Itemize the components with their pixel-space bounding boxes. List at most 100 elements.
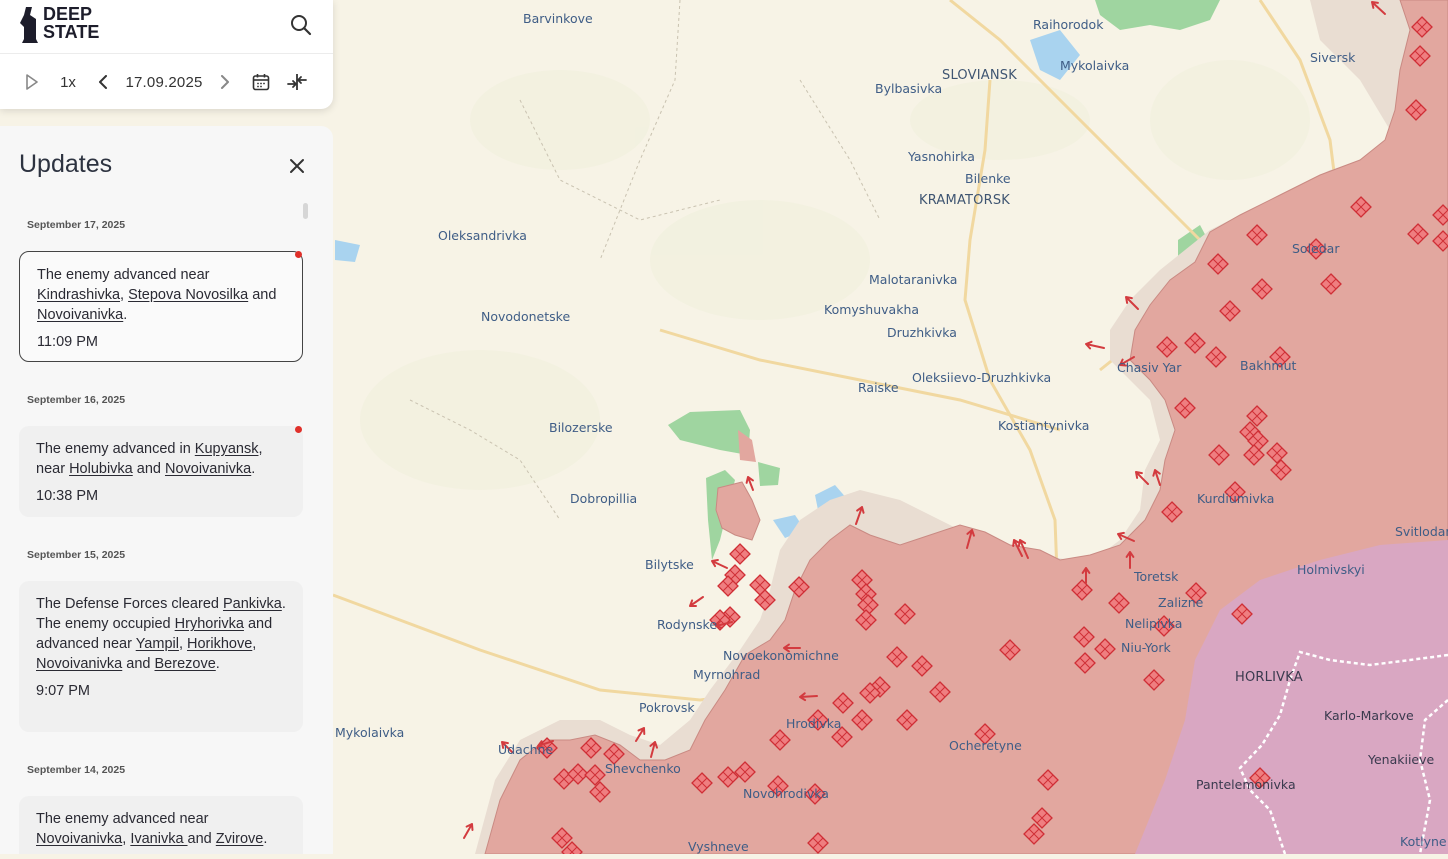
map-place-label[interactable]: Bilozerske [549, 420, 613, 435]
update-text-fragment: . [215, 656, 220, 672]
update-text: The enemy advanced near Kindrashivka, St… [37, 265, 285, 325]
map-place-label[interactable]: Oleksandrivka [438, 228, 527, 243]
speed-label: 1x [60, 73, 76, 91]
map-place-label[interactable]: Raiske [858, 380, 899, 395]
map-place-label[interactable]: Zalizne [1158, 595, 1203, 610]
map-place-label[interactable]: Niu-York [1121, 640, 1171, 655]
place-link[interactable]: Yampil [136, 636, 179, 652]
speed-button[interactable]: 1x [54, 68, 82, 96]
place-link[interactable]: Novoivanivka [37, 307, 123, 323]
place-link[interactable]: Novoivanivka [165, 461, 251, 477]
map-place-label[interactable]: Mykolaivka [1060, 58, 1129, 73]
place-link[interactable]: Zvirove [216, 831, 264, 847]
place-link[interactable]: Kupyansk [195, 441, 259, 457]
map-place-label[interactable]: Kostiantynivka [998, 418, 1089, 433]
map-place-label[interactable]: Rodynske [657, 617, 717, 632]
previous-day-button[interactable] [92, 68, 114, 96]
close-updates-button[interactable] [286, 155, 308, 177]
map-place-label[interactable]: Nelipivka [1125, 616, 1182, 631]
map-place-label[interactable]: Soledar [1292, 241, 1339, 256]
deepstate-logo-icon[interactable] [18, 5, 42, 45]
calendar-button[interactable] [248, 68, 274, 96]
map-place-label[interactable]: Shevchenko [605, 761, 681, 776]
map-place-label[interactable]: Siversk [1310, 50, 1355, 65]
update-day-label: September 16, 2025 [27, 394, 126, 406]
map-place-label[interactable]: Novoekonomichne [723, 648, 839, 663]
map-place-label[interactable]: Kotlyne [1400, 834, 1447, 849]
place-link[interactable]: Stepova Novosilka [128, 287, 248, 303]
map-place-label[interactable]: Karlo-Markove [1324, 708, 1414, 723]
map-place-label[interactable]: Oleksiievo-Druzhkivka [912, 370, 1051, 385]
update-time: 10:38 PM [36, 488, 99, 504]
update-text-fragment: The Defense Forces cleared [36, 596, 223, 612]
logo-text[interactable]: DEEP STATE [43, 5, 99, 41]
map-place-label[interactable]: Udachne [498, 742, 553, 757]
place-link[interactable]: Berezove [155, 656, 216, 672]
map-place-label[interactable]: Pokrovsk [639, 700, 695, 715]
updates-panel: Updates September 17, 2025 The enemy adva… [0, 126, 333, 854]
map-place-label[interactable]: Raihorodok [1033, 17, 1103, 32]
next-day-button[interactable] [214, 68, 236, 96]
update-time: 11:09 PM [37, 334, 98, 350]
play-button[interactable] [20, 68, 44, 96]
map-place-label[interactable]: Bakhmut [1240, 358, 1296, 373]
place-link[interactable]: Hryhorivka [175, 616, 244, 632]
map-place-label[interactable]: Novohrodivka [743, 786, 829, 801]
map-place-label[interactable]: Ocheretyne [949, 738, 1022, 753]
compare-button[interactable] [284, 68, 310, 96]
update-day-label: September 17, 2025 [27, 219, 126, 231]
map-place-label[interactable]: SLOVIANSK [942, 68, 1017, 83]
map-place-label[interactable]: Barvinkove [523, 11, 593, 26]
map-place-label[interactable]: Toretsk [1134, 569, 1178, 584]
update-text-fragment: The enemy advanced near [36, 811, 209, 827]
map-place-label[interactable]: Holmivskyi [1297, 562, 1365, 577]
update-text-fragment: , [120, 287, 129, 303]
map-place-label[interactable]: Komyshuvakha [824, 302, 919, 317]
update-text: The Defense Forces cleared Pankivka. The… [36, 594, 286, 674]
update-text-fragment: and [187, 831, 216, 847]
update-text-fragment: The enemy advanced in [36, 441, 195, 457]
map-place-label[interactable]: Novodonetske [481, 309, 570, 324]
place-link[interactable]: Horikhove [187, 636, 252, 652]
map-place-label[interactable]: Yasnohirka [908, 149, 975, 164]
scrollbar[interactable] [303, 203, 308, 219]
map-place-label[interactable]: Chasiv Yar [1117, 360, 1181, 375]
map-place-label[interactable]: Kurdiumivka [1197, 491, 1274, 506]
search-icon [291, 15, 312, 36]
unread-indicator [295, 426, 302, 433]
map-place-label[interactable]: Pantelemonivka [1196, 777, 1296, 792]
map-place-label[interactable]: Mykolaivka [335, 725, 404, 740]
map-place-label[interactable]: Myrnohrad [693, 667, 760, 682]
map-place-label[interactable]: Hrodivka [786, 716, 841, 731]
update-day-label: September 15, 2025 [27, 549, 126, 561]
update-day-label: September 14, 2025 [27, 764, 126, 776]
map-place-label[interactable]: Yenakiieve [1368, 752, 1434, 767]
update-card[interactable]: The enemy advanced near Novoivanivka, Iv… [19, 796, 303, 854]
place-link[interactable]: Novoivanivka [36, 656, 122, 672]
map-place-label[interactable]: Druzhkivka [887, 325, 957, 340]
place-link[interactable]: Holubivka [69, 461, 133, 477]
update-text-fragment: and [248, 287, 277, 303]
search-button[interactable] [288, 12, 314, 38]
map-place-label[interactable]: Svitlodar [1395, 524, 1448, 539]
update-card[interactable]: The Defense Forces cleared Pankivka. The… [19, 581, 303, 732]
place-link[interactable]: Novoivanivka [36, 831, 122, 847]
map-place-label[interactable]: Vyshneve [688, 839, 749, 854]
update-text-fragment: . [263, 831, 268, 847]
map-place-label[interactable]: Bilenke [965, 171, 1011, 186]
map-place-label[interactable]: Dobropillia [570, 491, 637, 506]
map-place-label[interactable]: Malotaranivka [869, 272, 957, 287]
updates-title: Updates [19, 150, 113, 178]
compare-arrows-icon [287, 74, 307, 90]
update-card[interactable]: The enemy advanced near Kindrashivka, St… [19, 251, 303, 362]
map-place-label[interactable]: Bylbasivka [875, 81, 942, 96]
map-place-label[interactable]: KRAMATORSK [919, 193, 1010, 208]
place-link[interactable]: Kindrashivka [37, 287, 120, 303]
map-place-label[interactable]: Bilytske [645, 557, 694, 572]
map-place-label[interactable]: HORLIVKA [1235, 670, 1303, 685]
date-display[interactable]: 17.09.2025 [122, 68, 206, 96]
place-link[interactable]: Pankivka [223, 596, 282, 612]
update-card[interactable]: The enemy advanced in Kupyansk, near Hol… [19, 426, 303, 517]
update-text-fragment: . [251, 461, 256, 477]
place-link[interactable]: Ivanivka [130, 831, 187, 847]
